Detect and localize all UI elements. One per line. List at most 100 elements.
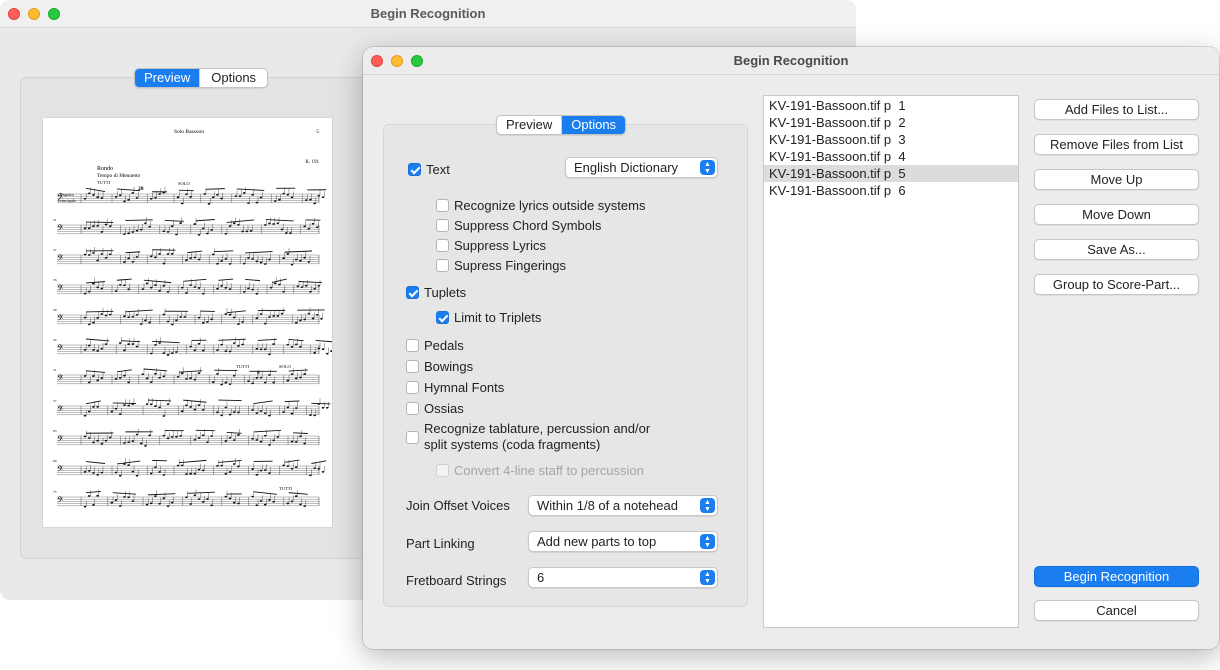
remove-files-button[interactable]: Remove Files from List xyxy=(1034,134,1199,155)
fretboard-popup[interactable]: 6 ▲ ▼ xyxy=(528,567,718,588)
note-beam xyxy=(85,370,106,373)
tab-options[interactable]: Options xyxy=(200,69,267,87)
note-beam xyxy=(253,429,282,433)
text-checkbox[interactable] xyxy=(408,163,421,176)
note-head xyxy=(83,348,87,351)
note-head xyxy=(237,465,240,468)
file-list[interactable]: KV-191-Bassoon.tif p 1 KV-191-Bassoon.ti… xyxy=(763,95,1019,628)
note-head xyxy=(224,313,228,315)
option-suppress-chords[interactable]: Suppress Chord Symbols xyxy=(436,218,601,233)
note-head xyxy=(100,377,104,380)
note-head xyxy=(149,352,153,355)
note-head xyxy=(201,469,205,472)
note-head xyxy=(127,232,130,235)
note-head xyxy=(114,290,118,293)
recognize-lyrics-checkbox[interactable] xyxy=(436,199,449,212)
limit-triplets-checkbox[interactable] xyxy=(436,311,449,324)
note-head xyxy=(87,192,91,195)
front-window-title: Begin Recognition xyxy=(733,53,849,68)
note-head xyxy=(131,260,135,263)
note-head xyxy=(259,469,263,472)
note-head xyxy=(123,284,126,287)
note-head xyxy=(216,411,219,414)
note-head xyxy=(309,414,312,416)
note-head xyxy=(268,444,271,446)
file-list-item[interactable]: KV-191-Bassoon.tif p 6 xyxy=(764,182,1018,199)
bowings-checkbox[interactable] xyxy=(406,360,419,373)
note-head xyxy=(145,503,149,506)
note-beam xyxy=(85,310,114,313)
cancel-button[interactable]: Cancel xyxy=(1034,600,1199,621)
tablature-checkbox[interactable] xyxy=(406,430,419,444)
popup-arrows-icon: ▲ ▼ xyxy=(700,498,715,513)
note-head xyxy=(286,253,290,255)
tuplets-checkbox[interactable] xyxy=(406,286,419,299)
note-beam xyxy=(253,400,273,405)
note-head xyxy=(259,410,263,412)
option-limit-triplets[interactable]: Limit to Triplets xyxy=(436,310,541,325)
option-suppress-lyrics[interactable]: Suppress Lyrics xyxy=(436,238,546,253)
note-head xyxy=(309,290,312,293)
file-list-item[interactable]: KV-191-Bassoon.tif p 3 xyxy=(764,131,1018,148)
note-head xyxy=(193,223,197,225)
option-tuplets[interactable]: Tuplets xyxy=(406,285,466,300)
option-ossias[interactable]: Ossias xyxy=(406,401,464,416)
note-head xyxy=(224,440,228,442)
option-supress-fingerings[interactable]: Supress Fingerings xyxy=(436,258,566,273)
note-head xyxy=(284,232,288,234)
note-head xyxy=(311,317,315,320)
note-head xyxy=(154,284,157,287)
file-list-item[interactable]: KV-191-Bassoon.tif p 1 xyxy=(764,97,1018,114)
note-head xyxy=(294,466,298,469)
ossias-checkbox[interactable] xyxy=(406,402,419,415)
note-head xyxy=(108,313,112,316)
option-text[interactable]: Text xyxy=(408,162,450,177)
note-head xyxy=(96,494,99,497)
note-head xyxy=(100,313,104,315)
note-head xyxy=(87,254,91,256)
note-head xyxy=(280,228,284,231)
note-head xyxy=(272,439,275,442)
add-files-button[interactable]: Add Files to List... xyxy=(1034,99,1199,120)
note-head xyxy=(114,407,118,410)
measure-number: 63 xyxy=(53,429,57,433)
dictionary-popup[interactable]: English Dictionary ▲ ▼ xyxy=(565,157,718,178)
option-tablature[interactable]: Recognize tablature, percussion and/or s… xyxy=(406,421,686,453)
suppress-chords-checkbox[interactable] xyxy=(436,219,449,232)
pedals-checkbox[interactable] xyxy=(406,339,419,352)
note-head xyxy=(276,222,280,225)
tab-options[interactable]: Options xyxy=(562,116,626,134)
option-pedals[interactable]: Pedals xyxy=(406,338,464,353)
begin-recognition-button[interactable]: Begin Recognition xyxy=(1034,566,1199,587)
note-head xyxy=(309,474,312,477)
part-linking-popup[interactable]: Add new parts to top ▲ ▼ xyxy=(528,531,718,552)
note-beam xyxy=(125,309,153,313)
join-offset-popup[interactable]: Within 1/8 of a notehead ▲ ▼ xyxy=(528,495,718,516)
save-as-button[interactable]: Save As... xyxy=(1034,239,1199,260)
hymnal-fonts-checkbox[interactable] xyxy=(406,381,419,394)
note-head xyxy=(162,313,166,316)
tab-preview[interactable]: Preview xyxy=(135,69,201,87)
move-down-button[interactable]: Move Down xyxy=(1034,204,1199,225)
file-list-item[interactable]: KV-191-Bassoon.tif p 2 xyxy=(764,114,1018,131)
tab-preview[interactable]: Preview xyxy=(497,116,563,134)
note-head xyxy=(154,405,157,408)
option-hymnal-fonts[interactable]: Hymnal Fonts xyxy=(406,380,504,395)
note-head xyxy=(135,433,139,436)
note-beam xyxy=(226,219,255,223)
note-head xyxy=(268,353,271,356)
group-score-part-button[interactable]: Group to Score-Part... xyxy=(1034,274,1199,295)
note-head xyxy=(148,434,151,437)
file-list-item-selected[interactable]: KV-191-Bassoon.tif p 5 xyxy=(764,165,1018,182)
note-beam xyxy=(143,279,172,284)
option-bowings[interactable]: Bowings xyxy=(406,359,473,374)
option-recognize-lyrics[interactable]: Recognize lyrics outside systems xyxy=(436,198,645,213)
supress-fingerings-checkbox[interactable] xyxy=(436,259,449,272)
move-up-button[interactable]: Move Up xyxy=(1034,169,1199,190)
note-head xyxy=(162,375,166,378)
note-head xyxy=(127,464,130,467)
note-head xyxy=(289,232,292,235)
suppress-lyrics-checkbox[interactable] xyxy=(436,239,449,252)
note-head xyxy=(228,471,232,473)
file-list-item[interactable]: KV-191-Bassoon.tif p 4 xyxy=(764,148,1018,165)
